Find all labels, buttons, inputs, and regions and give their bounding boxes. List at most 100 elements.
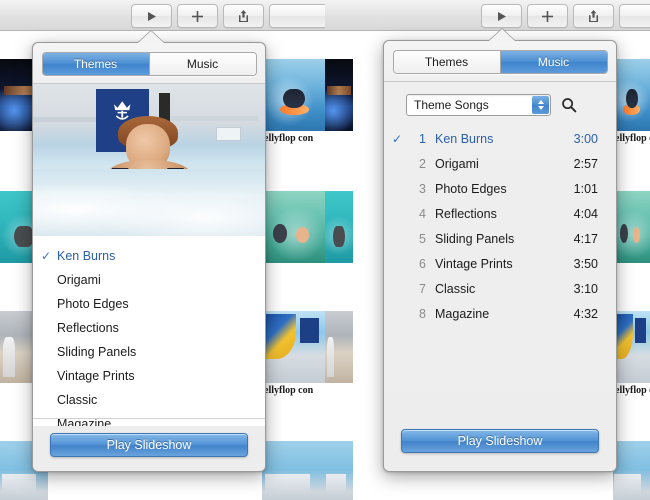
tab-themes[interactable]: Themes <box>393 51 500 73</box>
play-icon <box>498 11 506 21</box>
song-title: Vintage Prints <box>435 256 513 271</box>
grid-item[interactable] <box>613 191 650 277</box>
tab-themes-label: Themes <box>73 57 118 71</box>
source-select-value: Theme Songs <box>414 98 489 112</box>
popover-tabs-themes: Themes Music <box>33 52 265 76</box>
theme-row[interactable]: Sliding Panels <box>33 340 265 364</box>
popover-footer: Play Slideshow <box>384 411 616 471</box>
extra-button[interactable] <box>619 4 650 28</box>
theme-preview[interactable] <box>33 84 265 236</box>
grid-item[interactable]: ellyflop con <box>262 59 325 159</box>
toolbar-left <box>0 0 325 31</box>
song-row[interactable]: 2 Origami 2:57 <box>384 151 616 176</box>
checkmark-icon: ✓ <box>391 131 403 146</box>
play-button[interactable] <box>131 4 172 28</box>
song-title: Reflections <box>435 206 497 221</box>
grid-item[interactable] <box>325 191 353 277</box>
grid-item[interactable] <box>325 311 353 397</box>
add-button[interactable] <box>177 4 218 28</box>
screenshot-root: ellyflop con ellyflop con Themes Music ✓… <box>0 0 650 500</box>
source-select[interactable]: Theme Songs <box>406 94 551 116</box>
chevron-updown-icon[interactable] <box>532 96 549 114</box>
thumbnail <box>613 59 650 131</box>
divider <box>384 81 616 82</box>
theme-row[interactable]: Reflections <box>33 316 265 340</box>
checkmark-icon: ✓ <box>40 249 52 263</box>
photo-caption: ellyflop con <box>615 385 650 396</box>
thumbnail <box>262 191 325 263</box>
thumbnail <box>325 311 353 383</box>
thumbnail <box>613 441 650 500</box>
song-duration: 4:32 <box>573 306 598 321</box>
search-icon[interactable] <box>561 97 577 113</box>
song-number: 6 <box>419 256 426 271</box>
song-duration: 3:50 <box>573 256 598 271</box>
play-slideshow-label: Play Slideshow <box>457 434 543 448</box>
share-button[interactable] <box>573 4 614 28</box>
theme-label: Vintage Prints <box>57 369 135 383</box>
song-row[interactable]: 5 Sliding Panels 4:17 <box>384 226 616 251</box>
play-button[interactable] <box>481 4 522 28</box>
songs-list[interactable]: ✓ 1 Ken Burns 3:00 2 Origami 2:57 3 Phot… <box>384 126 616 326</box>
grid-item[interactable]: ellyflop con <box>262 311 325 411</box>
theme-label: Photo Edges <box>57 297 129 311</box>
song-title: Classic <box>435 281 476 296</box>
music-source-bar: Theme Songs <box>384 92 616 118</box>
grid-item[interactable] <box>262 191 325 277</box>
grid-item[interactable]: ellyflop con <box>613 311 650 411</box>
popover-arrow <box>138 31 164 43</box>
grid-item[interactable] <box>262 441 325 500</box>
theme-label: Sliding Panels <box>57 345 137 359</box>
song-row[interactable]: 3 Photo Edges 1:01 <box>384 176 616 201</box>
grid-item[interactable] <box>613 441 650 500</box>
tab-music-label: Music <box>537 55 570 69</box>
slideshow-popover-music: Themes Music Theme Songs ✓ 1 Ken Burns 3… <box>383 29 617 472</box>
tab-themes[interactable]: Themes <box>42 53 149 75</box>
theme-label: Origami <box>57 273 101 287</box>
photo-caption: ellyflop con <box>264 133 314 144</box>
song-title: Origami <box>435 156 479 171</box>
themes-list[interactable]: ✓ Ken Burns Origami Photo Edges Reflecti… <box>33 236 265 426</box>
add-button[interactable] <box>527 4 568 28</box>
song-row[interactable]: ✓ 1 Ken Burns 3:00 <box>384 126 616 151</box>
share-icon <box>589 10 598 22</box>
left-pane: ellyflop con ellyflop con Themes Music ✓… <box>0 0 325 500</box>
song-duration: 4:17 <box>573 231 598 246</box>
share-button[interactable] <box>223 4 264 28</box>
thumbnail <box>325 441 353 500</box>
play-slideshow-button[interactable]: Play Slideshow <box>401 429 599 453</box>
song-row[interactable]: 7 Classic 3:10 <box>384 276 616 301</box>
play-slideshow-label: Play Slideshow <box>106 438 192 452</box>
theme-row[interactable]: ✓ Ken Burns <box>33 244 265 268</box>
grid-item[interactable]: ellyflop con <box>613 59 650 159</box>
tab-music[interactable]: Music <box>148 53 256 75</box>
theme-row[interactable]: Origami <box>33 268 265 292</box>
theme-row[interactable]: Vintage Prints <box>33 364 265 388</box>
preview-photo <box>33 84 265 236</box>
thumbnail <box>613 311 650 383</box>
song-number: 3 <box>419 181 426 196</box>
song-number: 5 <box>419 231 426 246</box>
song-title: Magazine <box>435 306 490 321</box>
grid-item[interactable] <box>325 59 353 145</box>
slideshow-popover-themes: Themes Music ✓ Ken Burns Origami Photo E… <box>32 31 266 472</box>
song-number: 4 <box>419 206 426 221</box>
song-duration: 2:57 <box>573 156 598 171</box>
play-slideshow-button[interactable]: Play Slideshow <box>50 433 248 457</box>
grid-item[interactable] <box>325 441 353 500</box>
popover-footer: Play Slideshow <box>33 418 265 471</box>
extra-button[interactable] <box>269 4 325 28</box>
song-row[interactable]: 6 Vintage Prints 3:50 <box>384 251 616 276</box>
song-row[interactable]: 4 Reflections 4:04 <box>384 201 616 226</box>
tab-music[interactable]: Music <box>499 51 607 73</box>
right-pane: ellyflop con ellyflop con <box>325 0 650 500</box>
theme-row[interactable]: Photo Edges <box>33 292 265 316</box>
song-number: 2 <box>419 156 426 171</box>
song-number: 7 <box>419 281 426 296</box>
theme-row[interactable]: Classic <box>33 388 265 412</box>
theme-label: Ken Burns <box>57 249 116 263</box>
share-icon <box>239 10 248 22</box>
popover-tabs-music: Themes Music <box>384 50 616 74</box>
song-duration: 1:01 <box>573 181 598 196</box>
song-row[interactable]: 8 Magazine 4:32 <box>384 301 616 326</box>
